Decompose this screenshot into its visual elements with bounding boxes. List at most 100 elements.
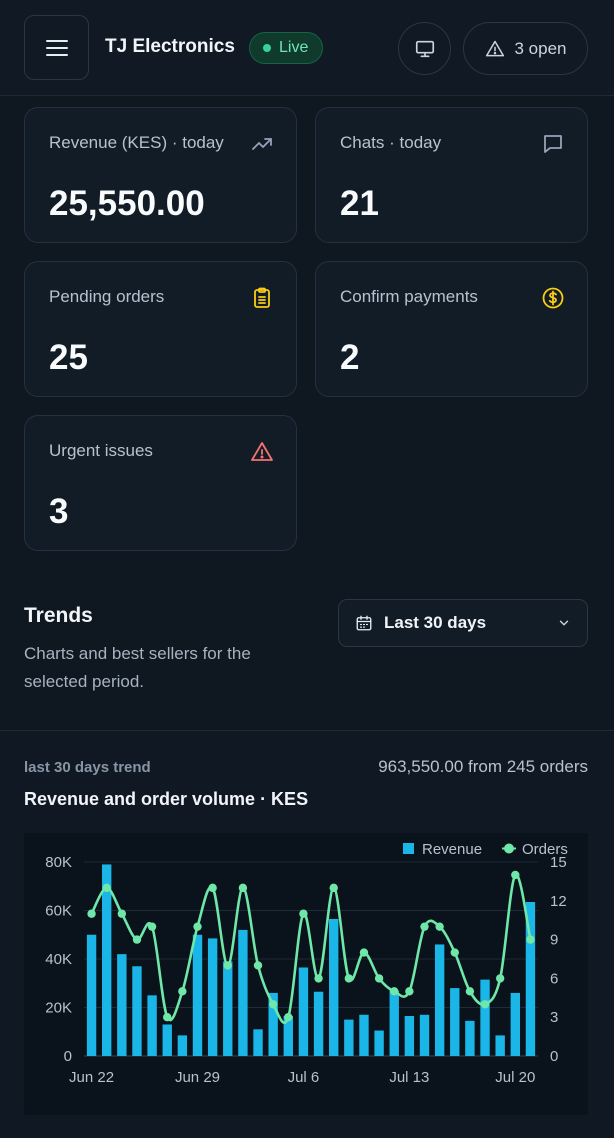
trends-title: Trends — [24, 604, 93, 627]
orders-point — [465, 987, 475, 996]
revenue-bar — [480, 979, 490, 1056]
menu-icon — [45, 39, 68, 56]
chart-container: 0 20K 40K 60K 80K 0 3 6 9 12 15 Jun 22 Jun 29 Jul 6 Ju… — [24, 833, 588, 1115]
revenue-orders-chart: 020K40K60K80K03691215Jun 22 Jun 29 Jul 6 Ju… — [45, 841, 568, 1086]
orders-point — [480, 1000, 490, 1009]
orders-point — [405, 987, 414, 996]
revenue-bar — [374, 1030, 384, 1056]
legend-orders-label: Orders — [522, 841, 568, 858]
x-tick-label: Jun 22 — [69, 1069, 114, 1086]
open-issues-button[interactable]: 3 open — [463, 22, 588, 75]
revenue-bar — [177, 1035, 188, 1056]
clipboard-icon — [254, 287, 270, 308]
orders-point — [223, 961, 232, 970]
chart-title: Revenue and order volume · KES — [24, 789, 309, 809]
card-value: 2 — [340, 338, 360, 377]
open-issues-label: 3 open — [514, 38, 567, 58]
orders-point — [435, 922, 444, 931]
orders-point — [117, 909, 127, 918]
revenue-bar — [329, 918, 339, 1056]
live-badge: Live — [249, 32, 324, 64]
card-label: Chats · today — [340, 133, 442, 152]
legend-revenue-swatch — [403, 843, 414, 854]
revenue-bar — [147, 995, 157, 1056]
revenue-bar — [253, 1029, 263, 1056]
orders-point — [102, 883, 111, 893]
revenue-bar — [434, 944, 445, 1056]
x-tick-label: Jul 6 — [288, 1069, 320, 1086]
live-dot-icon — [263, 44, 271, 52]
orders-point — [208, 883, 217, 893]
card-value: 25 — [49, 338, 88, 377]
orders-point — [87, 909, 96, 918]
orders-point — [132, 935, 142, 944]
y-left-tick-label: 0 — [64, 1048, 72, 1065]
revenue-bar — [450, 988, 460, 1056]
card-value: 3 — [49, 492, 69, 531]
calendar-icon — [356, 615, 372, 631]
x-tick-label: Jul 13 — [389, 1069, 429, 1086]
pending-orders-card[interactable]: Pending orders 25 — [24, 261, 297, 397]
revenue-bar — [419, 1014, 430, 1056]
app-header: TJ Electronics Live 3 open — [0, 0, 614, 96]
revenue-bar — [389, 990, 399, 1056]
y-right-tick-label: 6 — [550, 970, 558, 987]
orders-point — [374, 974, 384, 983]
urgent-issues-card[interactable]: Urgent issues 3 — [24, 415, 297, 551]
brand-name: TJ Electronics — [105, 36, 235, 57]
orders-point — [511, 870, 520, 880]
confirm-payments-card[interactable]: Confirm payments 2 — [315, 261, 588, 397]
chevron-down-icon — [559, 620, 569, 626]
revenue-bar — [132, 966, 142, 1056]
chats-today-card[interactable]: Chats · today 21 — [315, 107, 588, 243]
revenue-bar — [313, 991, 324, 1056]
revenue-bar — [86, 934, 97, 1056]
revenue-bar — [510, 992, 520, 1056]
revenue-today-card[interactable]: Revenue (KES) · today 25,550.00 — [24, 107, 297, 243]
orders-point — [253, 961, 263, 970]
card-label: Confirm payments — [340, 287, 478, 306]
orders-point — [178, 987, 187, 996]
orders-point — [420, 922, 429, 931]
y-left-tick-label: 40K — [45, 951, 72, 968]
revenue-bar — [162, 1024, 172, 1056]
orders-point — [284, 1013, 293, 1022]
dollar-circle-icon — [542, 287, 564, 309]
orders-line — [90, 873, 532, 1025]
card-label: Revenue (KES) · today — [49, 133, 224, 152]
orders-point — [314, 974, 323, 983]
orders-point — [163, 1013, 172, 1022]
warning-icon — [485, 40, 504, 56]
y-right-tick-label: 3 — [550, 1009, 558, 1026]
orders-point — [329, 883, 338, 893]
orders-point — [359, 948, 369, 957]
revenue-bar — [117, 954, 127, 1056]
card-value: 21 — [340, 184, 379, 223]
monitor-button[interactable] — [398, 22, 451, 75]
card-label: Pending orders — [49, 287, 165, 306]
menu-button[interactable] — [24, 15, 89, 80]
orders-point — [238, 883, 248, 893]
orders-point — [390, 987, 399, 996]
date-range-select[interactable]: Last 30 days — [338, 599, 588, 647]
revenue-bar — [207, 938, 218, 1056]
revenue-bar — [298, 967, 309, 1056]
orders-point — [526, 935, 535, 944]
x-tick-label: Jul 20 — [495, 1069, 535, 1086]
legend-revenue-label: Revenue — [422, 841, 482, 858]
orders-point — [450, 948, 459, 957]
trend-chart-section: last 30 days trend 963,550.00 from 245 o… — [0, 730, 614, 1138]
warning-icon — [251, 442, 273, 461]
revenue-bar — [359, 1014, 369, 1056]
orders-point — [344, 974, 354, 983]
orders-point — [268, 1000, 278, 1009]
orders-point — [495, 974, 505, 983]
live-label: Live — [279, 39, 309, 56]
orders-point — [193, 922, 202, 931]
revenue-bar — [238, 929, 248, 1056]
trending-up-icon — [252, 138, 272, 150]
revenue-bar — [344, 1019, 354, 1056]
chat-icon — [544, 135, 562, 153]
date-range-value: Last 30 days — [384, 613, 487, 632]
orders-point — [147, 922, 157, 931]
